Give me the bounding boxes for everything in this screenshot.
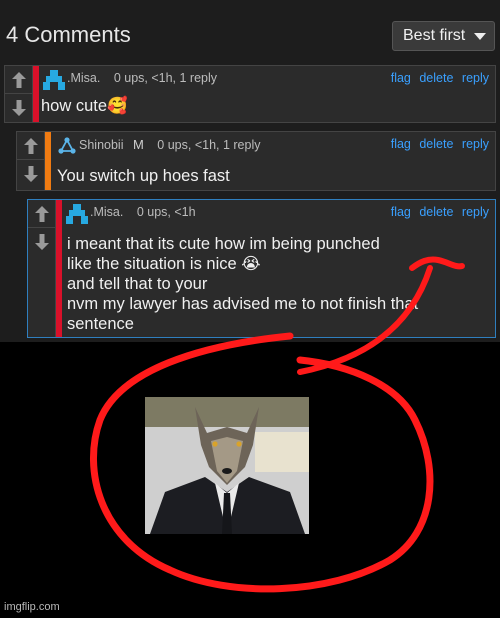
watermark: imgflip.com <box>4 601 60 613</box>
thread-depth-bar <box>33 66 39 122</box>
arrow-down-icon <box>12 100 26 116</box>
comment-body: You switch up hoes fast <box>57 166 230 186</box>
comment-stats: 0 ups, <1h <box>136 205 196 219</box>
thread-depth-bar <box>45 132 51 190</box>
comment: .Misa. 0 ups, <1h flag delete reply i me… <box>27 199 496 338</box>
comment-body: i meant that its cute how im being punch… <box>67 234 418 334</box>
delete-link[interactable]: delete <box>419 137 453 151</box>
comments-count-title: 4 Comments <box>6 22 131 47</box>
downvote-button[interactable] <box>17 160 45 188</box>
comment-actions: flag delete reply <box>386 71 489 85</box>
flag-link[interactable]: flag <box>391 137 411 151</box>
thread-depth-bar <box>56 200 62 337</box>
comment-line: and tell that to your <box>67 275 208 293</box>
comment-body: how cute🥰 <box>41 96 128 116</box>
comment: .Misa. 0 ups, <1h, 1 reply flag delete r… <box>4 65 496 123</box>
sort-order-select[interactable]: Best first <box>392 21 495 51</box>
comment-stats: 0 ups, <1h, 1 reply <box>113 71 218 85</box>
reply-link[interactable]: reply <box>462 137 489 151</box>
delete-link[interactable]: delete <box>419 205 453 219</box>
sort-order-label: Best first <box>403 27 466 44</box>
comment-meta: Shinobii M 0 ups, <1h, 1 reply <box>79 137 261 152</box>
comment-username[interactable]: .Misa. <box>67 71 100 85</box>
comment-meta: .Misa. 0 ups, <1h <box>90 205 196 219</box>
reply-link[interactable]: reply <box>462 71 489 85</box>
avatar[interactable] <box>43 70 65 90</box>
comment: Shinobii M 0 ups, <1h, 1 reply flag dele… <box>16 131 496 191</box>
vote-controls <box>17 132 45 190</box>
flag-link[interactable]: flag <box>391 205 411 219</box>
comment-line: i meant that its cute how im being punch… <box>67 235 380 253</box>
moderator-badge: M <box>132 137 144 152</box>
comment-username[interactable]: .Misa. <box>90 205 123 219</box>
wolf-in-suit-illustration <box>145 397 309 534</box>
delete-link[interactable]: delete <box>419 71 453 85</box>
flag-link[interactable]: flag <box>391 71 411 85</box>
upvote-button[interactable] <box>5 66 33 94</box>
upvote-button[interactable] <box>17 132 45 160</box>
comment-line: like the situation is nice 😭 <box>67 255 261 273</box>
upvote-button[interactable] <box>28 200 56 228</box>
comment-username[interactable]: Shinobii <box>79 138 123 152</box>
comments-panel: 4 Comments Best first .Misa. 0 ups, <1h,… <box>0 0 500 342</box>
comment-line: You switch up hoes fast <box>57 167 230 185</box>
comment-line: sentence <box>67 315 134 333</box>
arrow-up-icon <box>12 71 26 88</box>
comment-meta: .Misa. 0 ups, <1h, 1 reply <box>67 71 217 85</box>
chevron-down-icon <box>474 33 486 40</box>
comment-actions: flag delete reply <box>386 205 489 219</box>
wolf-in-suit-image <box>145 397 309 534</box>
comment-line: how cute🥰 <box>41 97 128 115</box>
avatar[interactable] <box>66 204 88 224</box>
comment-stats: 0 ups, <1h, 1 reply <box>157 138 261 152</box>
vote-controls <box>28 200 56 337</box>
arrow-up-icon <box>24 137 38 154</box>
arrow-up-icon <box>35 205 49 222</box>
comment-actions: flag delete reply <box>386 137 489 151</box>
vote-controls <box>5 66 33 122</box>
avatar[interactable] <box>57 137 77 155</box>
comment-line: nvm my lawyer has advised me to not fini… <box>67 295 419 313</box>
downvote-button[interactable] <box>28 228 56 256</box>
arrow-down-icon <box>24 166 38 182</box>
reply-link[interactable]: reply <box>462 205 489 219</box>
downvote-button[interactable] <box>5 94 33 122</box>
arrow-down-icon <box>35 234 49 250</box>
